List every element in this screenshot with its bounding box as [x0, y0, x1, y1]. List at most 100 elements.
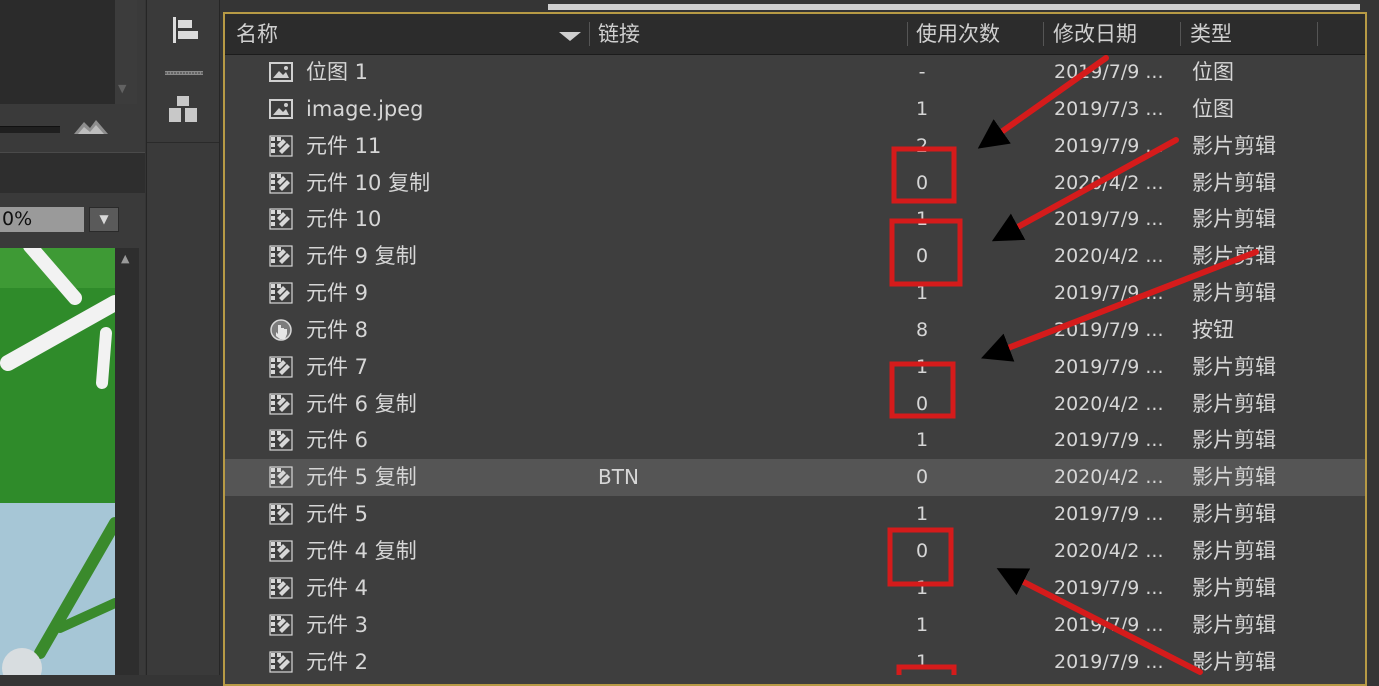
movieclip-icon [268, 171, 294, 195]
column-header-linkage[interactable]: 链接 [598, 14, 640, 54]
item-name: 元件 4 [306, 575, 369, 600]
zoom-level-field[interactable]: 0% [0, 207, 84, 232]
movieclip-icon [268, 392, 294, 416]
item-type: 影片剪辑 [1192, 133, 1276, 158]
movieclip-icon [268, 576, 294, 600]
item-date-modified: 2019/7/9 ... [1054, 613, 1164, 636]
item-name: 元件 6 复制 [306, 391, 417, 416]
column-divider[interactable] [1317, 22, 1318, 46]
column-header-use-count[interactable]: 使用次数 [916, 14, 1000, 54]
align-left-icon[interactable] [167, 14, 199, 46]
item-date-modified: 2020/4/2 ... [1054, 539, 1164, 562]
library-panel: 名称 链接 使用次数 修改日期 类型 位图 1-2019/7/9 ... 位图 im… [223, 12, 1367, 686]
library-item-row[interactable]: 位图 1 - 2019/7/9 ... 位图 [225, 54, 1365, 91]
movieclip-icon [268, 465, 294, 489]
scroll-up-arrow-icon[interactable]: ▲ [121, 252, 129, 265]
item-name: 元件 10 [306, 207, 382, 232]
item-type: 按钮 [1192, 317, 1234, 342]
library-item-row[interactable]: image.jpeg 1 2019/7/3 ... 位图 [225, 91, 1365, 128]
movieclip-icon [268, 613, 294, 637]
movieclip-icon [268, 281, 294, 305]
column-divider[interactable] [1043, 22, 1044, 46]
item-type: 影片剪辑 [1192, 612, 1276, 637]
library-item-row[interactable]: 元件 6 1 2019/7/9 ... 影片剪辑 [225, 422, 1365, 459]
library-item-row[interactable]: 元件 6 复制 0 2020/4/2 ... 影片剪辑 [225, 386, 1365, 423]
library-item-row[interactable]: 元件 10 复制 0 2020/4/2 ... 影片剪辑 [225, 165, 1365, 202]
item-use-count: - [918, 61, 926, 83]
library-item-row[interactable]: 元件 4 复制 0 2020/4/2 ... 影片剪辑 [225, 533, 1365, 570]
item-date-modified: 2019/7/9 ... [1054, 576, 1164, 599]
movieclip-icon [268, 502, 294, 526]
item-type: 位图 [1192, 96, 1234, 121]
movieclip-icon [268, 134, 294, 158]
item-linkage: BTN [598, 465, 639, 490]
item-use-count: 1 [915, 576, 929, 599]
item-date-modified: 2019/7/3 ... [1054, 97, 1164, 120]
distribute-icon[interactable] [167, 94, 199, 126]
item-name: 元件 5 [306, 502, 369, 527]
item-date-modified: 2020/4/2 ... [1054, 171, 1164, 194]
sort-down-triangle-icon[interactable] [559, 32, 581, 41]
button-icon [268, 318, 294, 342]
zoom-dropdown-arrow-icon[interactable]: ▼ [89, 207, 119, 232]
bitmap-icon [268, 97, 294, 121]
item-date-modified: 2019/7/9 ... [1054, 355, 1164, 378]
item-name: 元件 3 [306, 612, 369, 637]
item-use-count: 1 [915, 429, 929, 452]
item-use-count: 1 [915, 503, 929, 526]
column-divider[interactable] [589, 22, 590, 46]
library-item-row[interactable]: 元件 9 复制 0 2020/4/2 ... 影片剪辑 [225, 238, 1365, 275]
item-date-modified: 2019/7/9 ... [1054, 429, 1164, 452]
item-use-count: 0 [915, 466, 929, 489]
item-type: 影片剪辑 [1192, 465, 1276, 490]
library-item-row[interactable]: 元件 7 1 2019/7/9 ... 影片剪辑 [225, 349, 1365, 386]
item-date-modified: 2019/7/9 ... [1054, 282, 1164, 305]
item-type: 影片剪辑 [1192, 207, 1276, 232]
item-date-modified: 2019/7/9 ... [1054, 61, 1164, 83]
dock-divider [147, 142, 219, 143]
item-type: 影片剪辑 [1192, 428, 1276, 453]
grip-icon[interactable] [165, 71, 203, 75]
movieclip-icon [268, 428, 294, 452]
stage-toolbar-band [0, 152, 145, 193]
item-date-modified: 2019/7/9 ... [1054, 208, 1164, 231]
column-header-type[interactable]: 类型 [1190, 14, 1232, 54]
item-name: 位图 1 [306, 60, 369, 84]
library-item-row[interactable]: 元件 11 2 2019/7/9 ... 影片剪辑 [225, 128, 1365, 165]
item-date-modified: 2019/7/9 ... [1054, 318, 1164, 341]
item-use-count: 0 [915, 171, 929, 194]
item-use-count: 2 [915, 134, 929, 157]
item-type: 影片剪辑 [1192, 391, 1276, 416]
scroll-down-arrow-icon[interactable]: ▼ [118, 82, 126, 95]
zoom-in-mountain-icon[interactable] [72, 116, 110, 136]
item-name: 元件 10 复制 [306, 170, 431, 195]
stage-canvas[interactable] [0, 248, 115, 675]
column-header-name[interactable]: 名称 [236, 14, 278, 54]
stage-vertical-scrollbar[interactable] [115, 248, 139, 675]
item-date-modified: 2019/7/9 ... [1054, 503, 1164, 526]
bitmap-icon [268, 60, 294, 84]
column-divider[interactable] [907, 22, 908, 46]
panel-top-scrollbar[interactable] [548, 4, 1360, 10]
item-type: 影片剪辑 [1192, 538, 1276, 563]
movieclip-icon [268, 355, 294, 379]
item-type: 影片剪辑 [1192, 244, 1276, 269]
item-name: 元件 11 [306, 133, 382, 158]
library-item-row[interactable]: 元件 4 1 2019/7/9 ... 影片剪辑 [225, 570, 1365, 607]
library-item-row[interactable]: 元件 10 1 2019/7/9 ... 影片剪辑 [225, 201, 1365, 238]
stage-top-well [0, 0, 115, 104]
library-item-row[interactable]: 元件 8 8 2019/7/9 ... 按钮 [225, 312, 1365, 349]
item-type: 影片剪辑 [1192, 170, 1276, 195]
item-use-count: 8 [915, 318, 929, 341]
library-item-row[interactable]: 元件 9 1 2019/7/9 ... 影片剪辑 [225, 275, 1365, 312]
column-divider[interactable] [1180, 22, 1181, 46]
movieclip-icon [268, 539, 294, 563]
zoom-slider-track[interactable] [0, 126, 60, 133]
library-item-row[interactable]: 元件 5 1 2019/7/9 ... 影片剪辑 [225, 496, 1365, 533]
library-item-row[interactable]: 元件 5 复制 BTN 0 2020/4/2 ... 影片剪辑 [225, 459, 1365, 497]
movieclip-icon [268, 244, 294, 268]
item-date-modified: 2020/4/2 ... [1054, 392, 1164, 415]
column-header-date-modified[interactable]: 修改日期 [1053, 14, 1137, 54]
item-type: 影片剪辑 [1192, 502, 1276, 527]
library-item-row[interactable]: 元件 3 1 2019/7/9 ... 影片剪辑 [225, 607, 1365, 644]
